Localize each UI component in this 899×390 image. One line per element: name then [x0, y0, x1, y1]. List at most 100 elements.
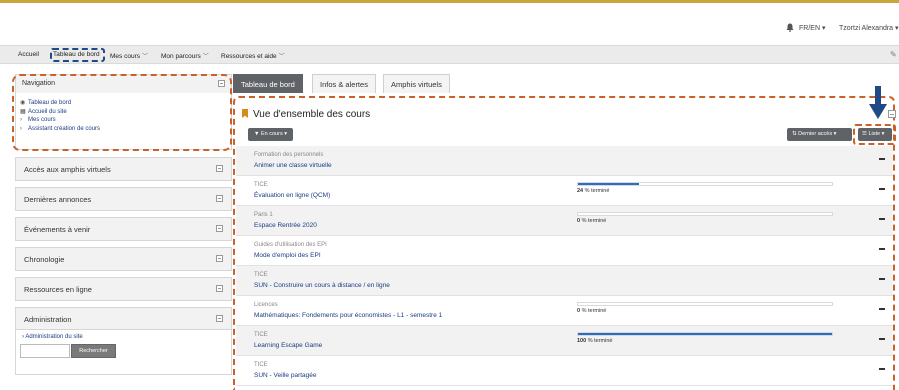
sort-label: Dernier accès	[798, 131, 833, 137]
course-row[interactable]: TICE SUN - Construire un cours à distance…	[236, 266, 893, 296]
sort-dropdown-button[interactable]: ⇅ Dernier accès ▾	[787, 128, 852, 141]
more-actions-icon[interactable]	[879, 158, 885, 160]
minimize-icon[interactable]	[888, 110, 896, 118]
block-administration: Administration › Administration du site …	[15, 307, 232, 375]
course-name-link[interactable]: Learning Escape Game	[254, 342, 322, 349]
nav-item-mon-parcours[interactable]: Mon parcours ﹀	[161, 51, 209, 60]
nav-item-accueil[interactable]: Accueil	[18, 51, 39, 58]
block-acces-amphis: Accès aux amphis virtuels	[15, 157, 232, 181]
course-row[interactable]: Licences Mathématiques: Fondements pour é…	[236, 296, 893, 326]
course-name-link[interactable]: Mode d'emploi des EPI	[254, 252, 321, 259]
more-actions-icon[interactable]	[879, 248, 885, 250]
view-label: Liste	[868, 131, 881, 137]
course-category: TICE	[254, 332, 268, 338]
chevron-down-icon: ﹀	[278, 54, 285, 60]
minimize-icon[interactable]	[216, 315, 223, 322]
language-menu[interactable]: FR/EN ▾	[799, 24, 825, 32]
course-category: TICE	[254, 362, 268, 368]
chevron-right-icon: ›	[20, 117, 22, 123]
chevron-right-icon: ›	[20, 125, 22, 132]
course-name-link[interactable]: Espace Rentrée 2020	[254, 222, 317, 229]
user-name: Tzortzi Alexandra	[839, 25, 894, 32]
nav-link-label: Tableau de bord	[28, 100, 72, 106]
admin-header-wrap: Administration	[16, 308, 231, 330]
language-label: FR/EN	[799, 25, 820, 32]
admin-search-input[interactable]	[20, 344, 70, 358]
course-name-link[interactable]: Évaluation en ligne (QCM)	[254, 192, 330, 199]
course-name-link[interactable]: Animer une classe virtuelle	[254, 162, 332, 169]
bookmark-icon	[242, 109, 248, 118]
course-row[interactable]: Formation des personnels Animer une class…	[236, 146, 893, 176]
block-title: Événements à venir	[24, 225, 91, 234]
edit-icon[interactable]: ✎	[890, 50, 897, 59]
more-actions-icon[interactable]	[879, 188, 885, 190]
search-button[interactable]: Rechercher	[71, 344, 116, 358]
nav-item-mes-cours[interactable]: Mes cours ﹀	[110, 51, 148, 60]
nav-item-ressources-et-aide[interactable]: Ressources et aide ﹀	[221, 51, 285, 60]
filter-dropdown-button[interactable]: ▼ En cours ▾	[248, 128, 293, 141]
sort-icon: ⇅	[792, 131, 797, 137]
tab-amphis-virtuels[interactable]: Amphis virtuels	[383, 74, 450, 93]
minimize-icon[interactable]	[216, 195, 223, 202]
course-category: TICE	[254, 272, 268, 278]
course-category: Guides d'utilisation des EPI	[254, 242, 327, 248]
chevron-down-icon: ▾	[895, 25, 899, 32]
chevron-down-icon: ▾	[881, 131, 885, 137]
block-title: Accès aux amphis virtuels	[24, 165, 111, 174]
section-title-text: Vue d'ensemble des cours	[253, 109, 371, 120]
progress-value: 24	[577, 188, 584, 194]
minimize-icon[interactable]	[218, 80, 225, 87]
course-row[interactable]: TICE Évaluation en ligne (QCM) 24 % termin…	[236, 176, 893, 206]
nav-label: Accueil	[18, 51, 39, 58]
more-actions-icon[interactable]	[879, 308, 885, 310]
course-row[interactable]: TICE SUN - Veille partagée	[236, 356, 893, 386]
nav-link-tableau-de-bord[interactable]: ◉ Tableau de bord	[20, 99, 227, 108]
nav-link-accueil-du-site[interactable]: ▦ Accueil du site	[20, 108, 227, 117]
list-icon: ☰	[862, 131, 867, 137]
course-row[interactable]: Paris 1 Espace Rentrée 2020 0 % terminé	[236, 206, 893, 236]
minimize-icon[interactable]	[216, 225, 223, 232]
block-header[interactable]: Chronologie	[16, 248, 231, 270]
progress-suffix: % terminé	[587, 338, 613, 344]
left-sidebar: Navigation ◉ Tableau de bord ▦ Accueil du …	[15, 74, 232, 375]
block-header[interactable]: Accès aux amphis virtuels	[16, 158, 231, 180]
minimize-icon[interactable]	[216, 285, 223, 292]
more-actions-icon[interactable]	[879, 338, 885, 340]
block-header[interactable]: Événements à venir	[16, 218, 231, 240]
minimize-icon[interactable]	[216, 255, 223, 262]
block-ressources: Ressources en ligne	[15, 277, 232, 301]
nav-link-label: Mes cours	[28, 117, 56, 123]
minimize-icon[interactable]	[216, 165, 223, 172]
more-actions-icon[interactable]	[879, 278, 885, 280]
progress-value: 0	[577, 308, 581, 314]
course-name-link[interactable]: SUN - Veille partagée	[254, 372, 317, 379]
view-dropdown-button[interactable]: ☰ Liste ▾	[858, 128, 892, 141]
course-category: Formation des personnels	[254, 152, 324, 158]
navigation-block-header: Navigation	[16, 75, 231, 93]
course-name-link[interactable]: SUN - Construire un cours à distance / e…	[254, 282, 390, 289]
course-name-link[interactable]: Mathématiques: Fondements pour économist…	[254, 312, 442, 319]
more-actions-icon[interactable]	[879, 368, 885, 370]
course-category: TICE	[254, 182, 268, 188]
block-header[interactable]: Ressources en ligne	[16, 278, 231, 300]
nav-link-assistant-creation[interactable]: › Assistant création de cours	[20, 125, 227, 134]
course-row[interactable]: TICE Learning Escape Game 100 % terminé	[236, 326, 893, 356]
admin-site-link[interactable]: › Administration du site	[16, 330, 231, 344]
highlight-tableau-de-bord	[50, 48, 105, 62]
progress-value: 0	[577, 218, 581, 224]
more-actions-icon[interactable]	[879, 218, 885, 220]
block-header[interactable]: Dernières annonces	[16, 188, 231, 210]
nav-link-mes-cours[interactable]: › Mes cours	[20, 116, 227, 125]
tab-infos-alertes[interactable]: Infos & alertes	[312, 74, 376, 93]
course-row[interactable]: Guides d'utilisation des EPI Mode d'emplo…	[236, 236, 893, 266]
nav-label: Mes cours	[110, 53, 140, 60]
chevron-down-icon: ▾	[284, 131, 287, 137]
tab-tableau-de-bord[interactable]: Tableau de bord	[233, 74, 303, 93]
progress-label: 100 % terminé	[577, 338, 612, 344]
nav-link-label: Accueil du site	[28, 108, 67, 115]
block-header[interactable]: Administration	[16, 308, 231, 330]
chevron-right-icon: ›	[22, 334, 24, 340]
main-navbar: Accueil Tableau de bord Mes cours ﹀ Mon p…	[0, 45, 899, 64]
user-menu[interactable]: Tzortzi Alexandra ▾	[839, 24, 899, 32]
bell-icon[interactable]	[786, 23, 794, 32]
